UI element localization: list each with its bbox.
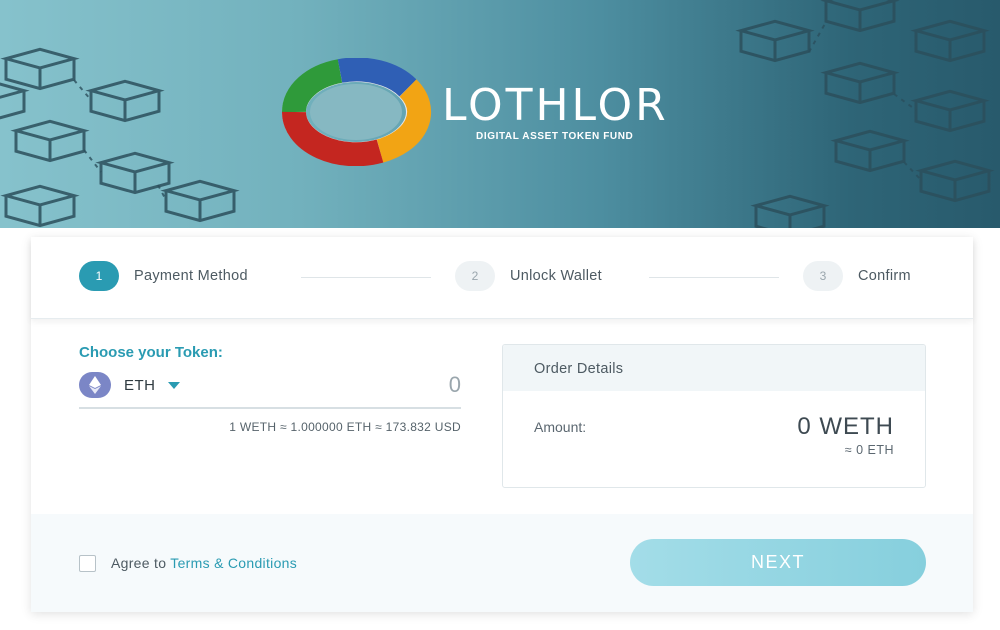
step-number: 2 bbox=[455, 261, 495, 291]
cube-shape bbox=[0, 184, 80, 228]
step-label: Unlock Wallet bbox=[510, 268, 602, 284]
card-footer: Agree to Terms & Conditions NEXT bbox=[31, 514, 973, 612]
exchange-rate: 1 WETH ≈ 1.000000 ETH ≈ 173.832 USD bbox=[229, 420, 461, 434]
step-label: Payment Method bbox=[134, 268, 248, 284]
selected-token: ETH bbox=[124, 376, 156, 394]
amount-input[interactable] bbox=[231, 371, 461, 399]
token-dropdown[interactable]: ETH bbox=[79, 372, 180, 398]
terms-link[interactable]: Terms & Conditions bbox=[170, 555, 297, 571]
brand-name: LOTHLOR bbox=[442, 80, 669, 131]
cube-shape bbox=[735, 19, 815, 63]
step-label: Confirm bbox=[858, 268, 911, 284]
lothlor-logo-icon bbox=[281, 58, 432, 166]
cube-shape bbox=[910, 89, 990, 133]
order-amount-label: Amount: bbox=[534, 419, 587, 435]
hero-banner: LOTHLOR DIGITAL ASSET TOKEN FUND bbox=[0, 0, 1000, 228]
order-details-panel: Order Details Amount: 0 WETH ≈ 0 ETH bbox=[502, 344, 926, 488]
step-number: 3 bbox=[803, 261, 843, 291]
step-divider bbox=[649, 277, 779, 278]
cube-shape bbox=[910, 19, 990, 63]
cube-shape bbox=[160, 179, 240, 223]
step-divider bbox=[301, 277, 431, 278]
chain-link bbox=[83, 149, 102, 173]
cube-shape bbox=[830, 129, 910, 173]
order-details-title: Order Details bbox=[503, 345, 925, 391]
terms-checkbox[interactable] bbox=[79, 555, 96, 572]
order-amount-eth: ≈ 0 ETH bbox=[844, 443, 894, 457]
cube-shape bbox=[85, 79, 165, 123]
step-payment-method[interactable]: 1 Payment Method bbox=[79, 261, 248, 291]
chevron-down-icon bbox=[167, 381, 180, 389]
choose-token-label: Choose your Token: bbox=[79, 344, 223, 361]
step-confirm[interactable]: 3 Confirm bbox=[803, 261, 911, 291]
cube-shape bbox=[750, 194, 830, 228]
stepper: 1 Payment Method 2 Unlock Wallet 3 Confi… bbox=[31, 237, 973, 319]
order-amount-value: 0 WETH bbox=[797, 413, 894, 440]
step-unlock-wallet[interactable]: 2 Unlock Wallet bbox=[455, 261, 602, 291]
agree-text: Agree to Terms & Conditions bbox=[111, 555, 297, 571]
cube-shape bbox=[820, 0, 900, 33]
cube-shape bbox=[0, 82, 30, 120]
cube-shape bbox=[0, 47, 80, 91]
brand-tagline: DIGITAL ASSET TOKEN FUND bbox=[476, 131, 634, 142]
purchase-card: 1 Payment Method 2 Unlock Wallet 3 Confi… bbox=[31, 237, 973, 612]
ethereum-icon bbox=[79, 372, 111, 398]
chain-link bbox=[808, 21, 827, 53]
next-button[interactable]: NEXT bbox=[630, 539, 926, 586]
agree-prefix: Agree to bbox=[111, 555, 167, 571]
cube-shape bbox=[10, 119, 90, 163]
chain-link bbox=[893, 93, 917, 111]
input-underline bbox=[79, 407, 461, 409]
cube-shape bbox=[915, 159, 995, 203]
cube-shape bbox=[820, 61, 900, 105]
step-number: 1 bbox=[79, 261, 119, 291]
